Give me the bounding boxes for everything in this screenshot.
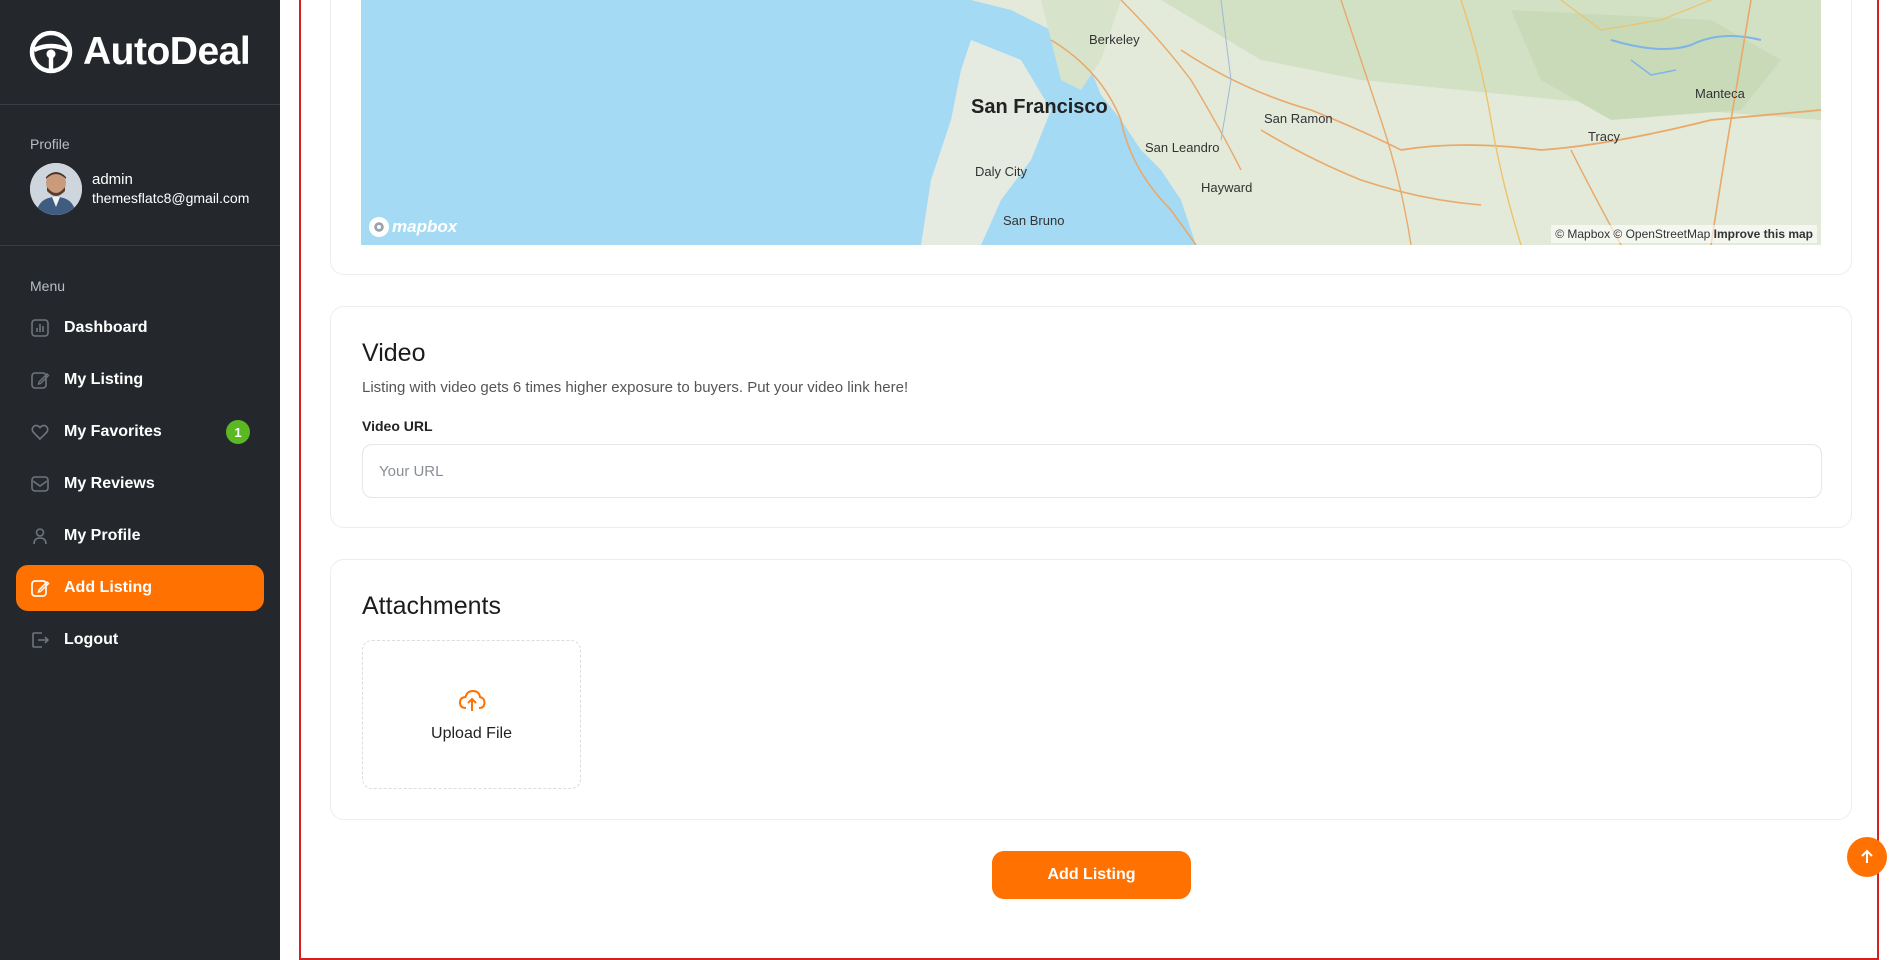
video-section-description: Listing with video gets 6 times higher e… xyxy=(362,379,909,396)
cloud-upload-icon xyxy=(458,689,486,711)
profile-section-label: Profile xyxy=(30,136,70,152)
sidebar-item-label: My Profile xyxy=(64,527,141,544)
edit-icon xyxy=(30,370,50,390)
map-city-label: San Leandro xyxy=(1145,140,1220,155)
sidebar-item-label: My Reviews xyxy=(64,475,155,492)
map-attribution: © Mapbox © OpenStreetMap Improve this ma… xyxy=(1551,225,1817,243)
user-avatar-image xyxy=(30,163,82,215)
map-city-label: San Bruno xyxy=(1003,213,1065,228)
heart-icon xyxy=(30,422,50,442)
sidebar-item-dashboard[interactable]: Dashboard xyxy=(16,305,264,351)
upload-file-label: Upload File xyxy=(431,724,512,742)
sidebar-item-add-listing[interactable]: Add Listing xyxy=(16,565,264,611)
favorites-count-badge: 1 xyxy=(226,420,250,444)
sidebar-item-label: Logout xyxy=(64,631,119,648)
steering-wheel-icon xyxy=(29,30,73,74)
video-section-title: Video xyxy=(362,339,426,367)
attachments-section-title: Attachments xyxy=(362,592,501,620)
map-attribution-text[interactable]: © Mapbox © OpenStreetMap xyxy=(1555,227,1710,241)
brand-logo[interactable]: AutoDeal xyxy=(29,30,251,74)
user-name: admin xyxy=(92,171,133,188)
sidebar-item-logout[interactable]: Logout xyxy=(16,617,264,663)
mapbox-logo[interactable]: mapbox xyxy=(369,217,457,237)
upload-file-dropzone[interactable]: Upload File xyxy=(362,640,581,789)
improve-map-link[interactable]: Improve this map xyxy=(1714,227,1813,241)
user-email: themesflatc8@gmail.com xyxy=(92,190,250,206)
brand-name: AutoDeal xyxy=(83,30,251,73)
map-city-label: Tracy xyxy=(1588,129,1621,144)
mapbox-logo-icon xyxy=(369,217,389,237)
scroll-to-top-button[interactable] xyxy=(1847,837,1887,877)
menu-section-label: Menu xyxy=(30,278,66,294)
sidebar-item-my-favorites[interactable]: My Favorites 1 xyxy=(16,409,264,455)
video-url-input[interactable] xyxy=(362,444,1822,498)
edit-square-icon xyxy=(30,578,50,598)
sidebar-item-label: Dashboard xyxy=(64,319,148,336)
user-icon xyxy=(30,526,50,546)
location-map[interactable]: Berkeley San Francisco San Ramon San Lea… xyxy=(361,0,1821,245)
mail-icon xyxy=(30,474,50,494)
sidebar-item-label: My Favorites xyxy=(64,423,162,440)
map-city-label: San Francisco xyxy=(971,96,1108,118)
map-city-label: Daly City xyxy=(975,164,1028,179)
sidebar-item-my-profile[interactable]: My Profile xyxy=(16,513,264,559)
add-listing-button[interactable]: Add Listing xyxy=(992,851,1191,899)
video-card: Video Listing with video gets 6 times hi… xyxy=(330,306,1852,528)
logout-icon xyxy=(30,630,50,650)
chart-icon xyxy=(30,318,50,338)
map-city-label: Hayward xyxy=(1201,180,1253,195)
mapbox-logo-text: mapbox xyxy=(392,217,458,236)
arrow-up-icon xyxy=(1861,849,1873,863)
sidebar-item-label: Add Listing xyxy=(64,579,152,596)
sidebar-item-label: My Listing xyxy=(64,371,144,388)
video-url-label: Video URL xyxy=(362,418,433,434)
map-city-label: San Ramon xyxy=(1264,111,1333,126)
sidebar-item-my-reviews[interactable]: My Reviews xyxy=(16,461,264,507)
sidebar: AutoDeal Profile admin themesflatc8@gmai… xyxy=(0,0,280,960)
map-city-label: Berkeley xyxy=(1089,32,1140,47)
map-city-label: Manteca xyxy=(1695,86,1745,101)
sidebar-divider xyxy=(0,245,280,246)
sidebar-divider xyxy=(0,104,280,105)
avatar[interactable] xyxy=(30,163,82,215)
sidebar-item-my-listing[interactable]: My Listing xyxy=(16,357,264,403)
attachments-card: Attachments Upload File xyxy=(330,559,1852,820)
